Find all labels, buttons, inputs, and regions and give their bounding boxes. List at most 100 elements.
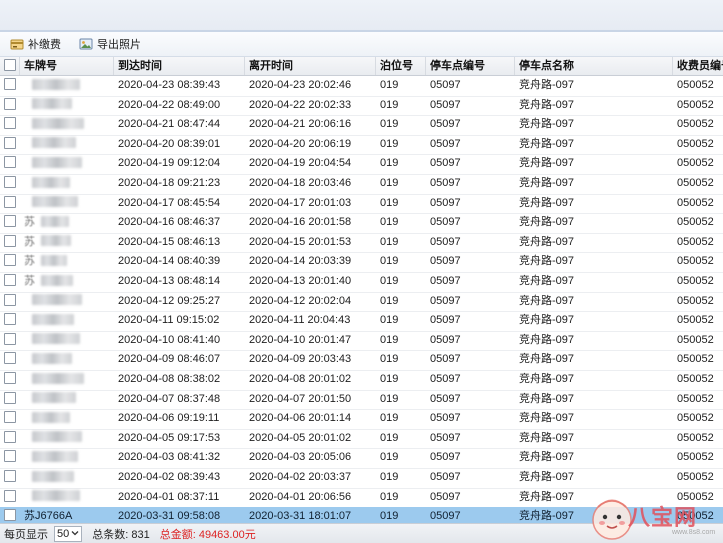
export-photo-icon: [79, 37, 93, 51]
cell-berth: 019: [380, 255, 399, 268]
cell-departure-time: 2020-04-14 20:03:39: [249, 255, 352, 268]
cell-collector-id: 050052: [677, 216, 714, 229]
cell-plate: [20, 96, 114, 116]
cell-arrival-time: 2020-04-09 08:46:07: [118, 353, 221, 366]
row-checkbox[interactable]: [0, 272, 20, 292]
header-departure-time[interactable]: 离开时间: [245, 57, 376, 75]
table-row[interactable]: 2020-04-12 09:25:27 2020-04-12 20:02:04 01…: [0, 292, 723, 313]
export-photos-button[interactable]: 导出照片: [75, 35, 145, 53]
cell-lot-name: 竞舟路-097: [519, 353, 575, 366]
header-arrival-time[interactable]: 到达时间: [114, 57, 245, 75]
header-plate[interactable]: 车牌号: [20, 57, 114, 75]
cell-lot-code: 05097: [430, 118, 461, 131]
table-row[interactable]: 苏 2020-04-14 08:40:39 2020-04-14 20:03:39 0…: [0, 252, 723, 273]
table-row[interactable]: 2020-04-21 08:47:44 2020-04-21 20:06:16 01…: [0, 115, 723, 136]
cell-lot-name: 竞舟路-097: [519, 118, 575, 131]
cell-berth: 019: [380, 79, 399, 91]
cell-departure-time: 2020-04-06 20:01:14: [249, 412, 352, 425]
row-checkbox[interactable]: [0, 76, 20, 96]
row-checkbox[interactable]: [0, 350, 20, 370]
row-checkbox[interactable]: [0, 311, 20, 331]
row-checkbox[interactable]: [0, 135, 20, 155]
cell-plate: [20, 488, 114, 508]
row-checkbox[interactable]: [0, 390, 20, 410]
table-row[interactable]: 苏 2020-04-16 08:46:37 2020-04-16 20:01:58 0…: [0, 213, 723, 234]
table-row[interactable]: 2020-04-19 09:12:04 2020-04-19 20:04:54 01…: [0, 154, 723, 175]
row-checkbox[interactable]: [0, 370, 20, 390]
cell-departure-time: 2020-04-16 20:01:58: [249, 216, 352, 229]
row-checkbox[interactable]: [0, 154, 20, 174]
row-checkbox[interactable]: [0, 174, 20, 194]
cell-berth: 019: [380, 157, 399, 170]
table-row[interactable]: 2020-04-22 08:49:00 2020-04-22 20:02:33 01…: [0, 96, 723, 117]
header-collector-id[interactable]: 收费员编号: [673, 57, 723, 75]
header-lot-code[interactable]: 停车点编号: [426, 57, 515, 75]
row-checkbox[interactable]: [0, 331, 20, 351]
row-checkbox[interactable]: [0, 488, 20, 508]
cell-plate: [20, 390, 114, 410]
cell-lot-name: 竞舟路-097: [519, 235, 575, 248]
table-row[interactable]: 2020-04-10 08:41:40 2020-04-10 20:01:47 01…: [0, 331, 723, 352]
row-checkbox[interactable]: [0, 213, 20, 233]
redacted-plate: [32, 98, 72, 110]
header-lot-name[interactable]: 停车点名称: [515, 57, 673, 75]
table-row[interactable]: 苏 2020-04-15 08:46:13 2020-04-15 20:01:53 0…: [0, 233, 723, 254]
cell-collector-id: 050052: [677, 392, 714, 405]
supplement-payment-button[interactable]: 补缴费: [6, 35, 65, 53]
table-row[interactable]: 2020-04-18 09:21:23 2020-04-18 20:03:46 01…: [0, 174, 723, 195]
cell-arrival-time: 2020-04-18 09:21:23: [118, 177, 221, 189]
page-size-select[interactable]: 50: [54, 525, 83, 542]
cell-arrival-time: 2020-04-13 08:48:14: [118, 275, 221, 287]
row-checkbox[interactable]: [0, 233, 20, 253]
redacted-plate: [32, 137, 76, 149]
cell-lot-name: 竞舟路-097: [519, 294, 575, 307]
table-row[interactable]: 2020-04-23 08:39:43 2020-04-23 20:02:46 01…: [0, 76, 723, 97]
table-row[interactable]: 苏 2020-04-13 08:48:14 2020-04-13 20:01:40 0…: [0, 272, 723, 293]
table-row[interactable]: 2020-04-20 08:39:01 2020-04-20 20:06:19 01…: [0, 135, 723, 156]
grid-header: 车牌号 到达时间 离开时间 泊位号 停车点编号 停车点名称 收费员编号: [0, 57, 723, 76]
table-row[interactable]: 2020-04-09 08:46:07 2020-04-09 20:03:43 01…: [0, 350, 723, 371]
row-checkbox[interactable]: [0, 292, 20, 312]
cell-berth: 019: [380, 471, 399, 483]
cell-departure-time: 2020-04-10 20:01:47: [249, 333, 352, 346]
cell-collector-id: 050052: [677, 353, 714, 366]
redacted-plate: [32, 313, 74, 325]
cell-arrival-time: 2020-04-01 08:37:11: [118, 490, 220, 503]
table-row[interactable]: 2020-04-02 08:39:43 2020-04-02 20:03:37 01…: [0, 468, 723, 489]
plate-prefix: 苏: [24, 255, 35, 268]
row-checkbox[interactable]: [0, 448, 20, 468]
row-checkbox[interactable]: [0, 409, 20, 429]
total-amount: 总金额: 49463.00元: [159, 528, 256, 541]
cell-collector-id: 050052: [677, 118, 714, 131]
header-berth[interactable]: 泊位号: [376, 57, 426, 75]
cell-plate: [20, 115, 114, 135]
row-checkbox[interactable]: [0, 429, 20, 449]
cell-collector-id: 050052: [677, 137, 714, 150]
cell-arrival-time: 2020-04-03 08:41:32: [118, 451, 221, 464]
plate-prefix: 苏: [24, 235, 35, 248]
cell-departure-time: 2020-04-23 20:02:46: [249, 79, 352, 91]
row-checkbox[interactable]: [0, 252, 20, 272]
row-checkbox[interactable]: [0, 96, 20, 116]
table-row[interactable]: 2020-04-01 08:37:11 2020-04-01 20:06:56 01…: [0, 488, 723, 509]
row-checkbox[interactable]: [0, 115, 20, 135]
cell-collector-id: 050052: [677, 98, 714, 111]
table-row[interactable]: 2020-04-08 08:38:02 2020-04-08 20:01:02 01…: [0, 370, 723, 391]
table-row[interactable]: 2020-04-05 09:17:53 2020-04-05 20:01:02 01…: [0, 429, 723, 450]
table-row[interactable]: 2020-04-07 08:37:48 2020-04-07 20:01:50 01…: [0, 390, 723, 411]
cell-plate: 苏: [20, 213, 114, 233]
select-all-checkbox[interactable]: [0, 57, 20, 75]
cell-plate: [20, 292, 114, 312]
table-row[interactable]: 2020-04-06 09:19:11 2020-04-06 20:01:14 01…: [0, 409, 723, 430]
cell-plate: 苏: [20, 252, 114, 272]
table-row[interactable]: 2020-04-11 09:15:02 2020-04-11 20:04:43 01…: [0, 311, 723, 332]
cell-collector-id: 050052: [677, 314, 714, 327]
toolbar: 补缴费 导出照片: [0, 32, 723, 57]
row-checkbox[interactable]: [0, 194, 20, 214]
cell-arrival-time: 2020-04-14 08:40:39: [118, 255, 221, 268]
status-bar: 每页显示 50 总条数: 831 总金额: 49463.00元: [0, 523, 723, 543]
table-row[interactable]: 2020-04-03 08:41:32 2020-04-03 20:05:06 01…: [0, 448, 723, 469]
redacted-plate: [32, 78, 80, 90]
row-checkbox[interactable]: [0, 468, 20, 488]
table-row[interactable]: 2020-04-17 08:45:54 2020-04-17 20:01:03 01…: [0, 194, 723, 215]
